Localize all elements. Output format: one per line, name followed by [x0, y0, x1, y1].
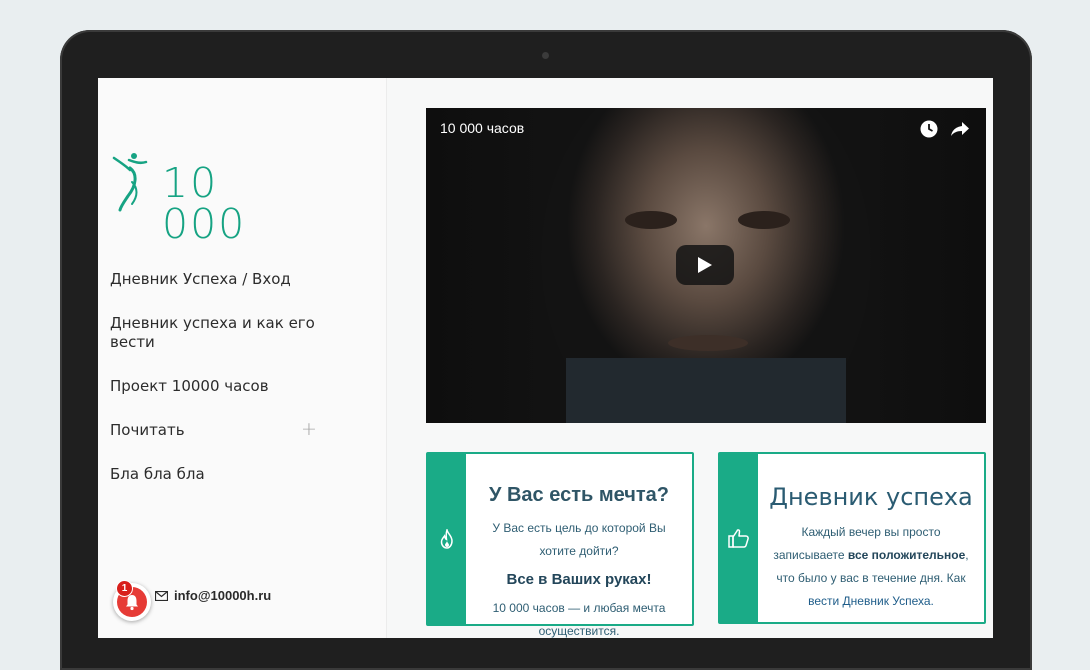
card-accent-strip [428, 454, 466, 624]
card-link[interactable]: вести Дневник Успеха. [758, 590, 984, 613]
logo[interactable]: 10 000 [112, 152, 302, 245]
expand-plus-icon[interactable]: + [301, 420, 317, 439]
fire-icon [440, 529, 453, 549]
card-body: У Вас есть мечта? У Вас есть цель до кот… [466, 454, 692, 638]
card-text-line: хотите дойти? [539, 544, 619, 558]
card-text-line: записываете все положительное, [758, 544, 984, 567]
share-icon[interactable] [950, 120, 970, 143]
card-text-bold: все положительное [847, 548, 966, 562]
watch-later-icon[interactable] [920, 120, 938, 143]
dancer-icon [112, 153, 148, 212]
success-diary-card[interactable]: Дневник успеха Каждый вечер вы просто за… [718, 452, 986, 624]
nav-item-blabla[interactable]: Бла бла бла [110, 465, 330, 484]
nav-item-label: Почитать [110, 421, 185, 439]
nav-item-label: Дневник Успеха / Вход [110, 270, 291, 288]
contact-email[interactable]: info@10000h.ru [155, 588, 271, 603]
laptop-frame: 10 000 Дневник Успеха / Вход Дневник усп… [60, 30, 1032, 670]
sidebar: 10 000 Дневник Успеха / Вход Дневник усп… [98, 78, 387, 638]
card-body: Дневник успеха Каждый вечер вы просто за… [758, 454, 984, 613]
card-text-line: 10 000 часов — и любая мечта [492, 601, 666, 615]
camera [542, 52, 549, 59]
website-screen: 10 000 Дневник Успеха / Вход Дневник усп… [98, 78, 993, 638]
thumbs-up-icon [728, 529, 749, 548]
main-nav: Дневник Успеха / Вход Дневник успеха и к… [110, 270, 330, 509]
card-text-line: осуществится. [538, 624, 620, 638]
video-player[interactable]: 10 000 часов [426, 108, 986, 423]
notification-badge: 1 [116, 580, 133, 597]
nav-item-label: Проект 10000 часов [110, 377, 269, 395]
nav-item-project[interactable]: Проект 10000 часов [110, 377, 330, 396]
play-icon [698, 257, 712, 273]
nav-item-diary-howto[interactable]: Дневник успеха и как его вести [110, 314, 330, 352]
card-text-line: У Вас есть цель до которой Вы [492, 521, 666, 535]
card-accent-strip [720, 454, 758, 622]
video-title: 10 000 часов [440, 120, 525, 136]
nav-item-reading[interactable]: Почитать + [110, 420, 330, 440]
card-text-line: Каждый вечер вы просто [801, 525, 941, 539]
play-button[interactable] [676, 245, 734, 285]
nav-item-label: Дневник успеха и как его вести [110, 314, 315, 351]
card-title: У Вас есть мечта? [488, 484, 670, 506]
notification-button[interactable]: 1 [113, 580, 151, 621]
card-title: Дневник успеха [769, 483, 973, 511]
dream-card[interactable]: У Вас есть мечта? У Вас есть цель до кот… [426, 452, 694, 638]
envelope-icon [155, 590, 168, 601]
email-text: info@10000h.ru [174, 588, 272, 603]
nav-item-label: Бла бла бла [110, 465, 205, 483]
card-subtitle: Все в Ваших руках! [506, 571, 652, 588]
card-text-part: записываете [773, 548, 848, 562]
card-text-line: что было у вас в течение дня. Как [776, 571, 966, 585]
logo-text: 10 000 [162, 159, 247, 248]
nav-item-diary-login[interactable]: Дневник Успеха / Вход [110, 270, 330, 289]
card-text-part: , [965, 548, 969, 562]
